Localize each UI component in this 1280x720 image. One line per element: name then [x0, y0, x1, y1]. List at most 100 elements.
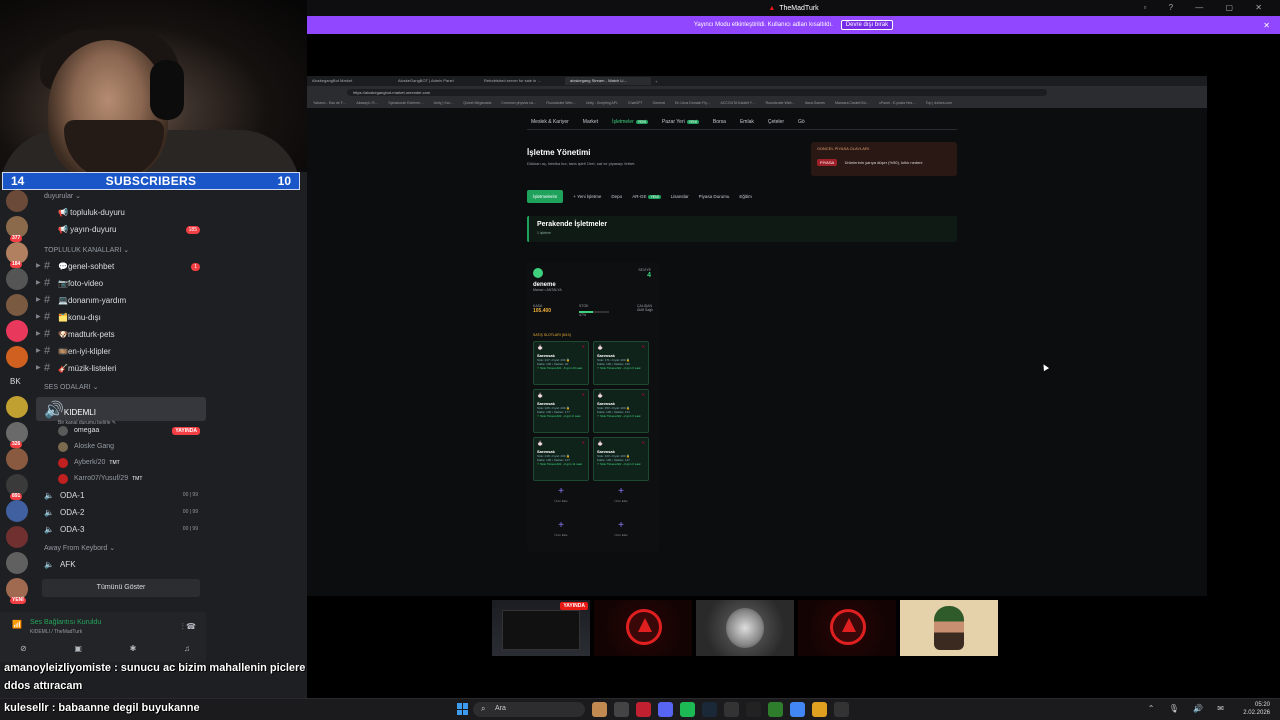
channel-donanim-yardim[interactable]: ▶ # 💻donanım-yardım: [36, 292, 206, 309]
remove-icon[interactable]: ✕: [642, 344, 645, 349]
channel-konu-disi[interactable]: ▶ # 🗂️konu-dışı: [36, 309, 206, 326]
thumbnail-wolf[interactable]: [696, 600, 794, 656]
server-icon[interactable]: [6, 346, 28, 368]
remove-icon[interactable]: ✕: [582, 344, 585, 349]
server-icon[interactable]: 377: [6, 216, 28, 242]
server-icon[interactable]: YENİ: [6, 578, 28, 604]
voice-channel-afk[interactable]: 🔈 AFK: [36, 556, 206, 573]
folder-icon[interactable]: [812, 702, 827, 717]
bookmark[interactable]: Akasaylı / E…: [356, 101, 378, 105]
voice-channel-kidemli[interactable]: 🔊KIDEMLI Bir kanal durumu belirle ✎: [36, 397, 206, 426]
server-icon[interactable]: [6, 448, 28, 470]
activities-icon[interactable]: ✱: [130, 644, 137, 653]
url-input[interactable]: https://aloskegangbot-market.onrender.co…: [347, 88, 1047, 96]
browser-tab[interactable]: Refurbished server for sale in …: [479, 77, 565, 85]
close-icon[interactable]: ✕: [1263, 21, 1270, 30]
soundboard-icon[interactable]: ♫: [184, 644, 190, 653]
server-icon[interactable]: 326: [6, 422, 28, 448]
bookmark[interactable]: Mancara Casket Bü…: [835, 101, 869, 105]
task-view-icon[interactable]: [614, 702, 629, 717]
server-icon[interactable]: [6, 320, 28, 342]
bookmark[interactable]: Spinakorde Extreme…: [388, 101, 423, 105]
thumbnail-screen[interactable]: YAYINDA: [492, 600, 590, 656]
licenses-button[interactable]: Lisanslar: [671, 194, 689, 199]
server-icon[interactable]: [6, 294, 28, 316]
sales-slot[interactable]: 🧄 ✕ Sarımsak Stok: 247 • Fiyat: 200 🔒 Kalite…: [533, 341, 589, 385]
windows-start-icon[interactable]: [457, 703, 469, 715]
server-icon[interactable]: 184: [6, 242, 28, 268]
sales-slot[interactable]: 🧄 ✕ Sarımsak Stok: 171 • Fiyat: 200 🔒 Kalite…: [593, 341, 649, 385]
discord-icon[interactable]: [658, 702, 673, 717]
new-business-button[interactable]: + Yeni İşletme: [573, 194, 601, 199]
training-button[interactable]: Eğitim: [739, 194, 752, 199]
remove-icon[interactable]: ✕: [642, 392, 645, 397]
bookmark[interactable]: Yabancı - Eau de F…: [313, 101, 346, 105]
new-tab-icon[interactable]: +: [655, 79, 657, 84]
taskbar-search[interactable]: ⌕ Ara: [473, 702, 585, 717]
server-icon[interactable]: [6, 396, 28, 418]
nav-borsa[interactable]: Borsa: [709, 117, 730, 127]
voice-user[interactable]: omegaa YAYINDA: [36, 423, 206, 439]
bookmark[interactable]: Unity | Kar…: [434, 101, 454, 105]
add-product-button[interactable]: + Ürün Ekle: [533, 519, 589, 549]
window-controls[interactable]: ▫ ? — ▢ ✕: [1144, 3, 1272, 12]
bookmark[interactable]: ChatGPT: [628, 101, 643, 105]
voice-user[interactable]: Ayberk/20 TMT: [36, 455, 206, 471]
browser-tab[interactable]: AloskegangBot Market: [307, 77, 393, 85]
remove-icon[interactable]: ✕: [642, 440, 645, 445]
thumbnail-emblem[interactable]: [594, 600, 692, 656]
app-icon[interactable]: [834, 702, 849, 717]
show-all-button[interactable]: Tümünü Göster: [42, 579, 200, 597]
server-icon[interactable]: [6, 268, 28, 290]
sales-slot[interactable]: 🧄 ✕ Sarımsak Stok: 103 • Fiyat: 200 🔒 Kalite…: [593, 437, 649, 481]
server-icon[interactable]: [6, 190, 28, 212]
bookmark[interactable]: Itaca Games: [805, 101, 825, 105]
sales-slot[interactable]: 🧄 ✕ Sarımsak Stok: 226 • Fiyat: 200 🔒 Kalite…: [533, 389, 589, 433]
bookmark[interactable]: General: [653, 101, 665, 105]
category-duyurular[interactable]: duyurular ⌄: [36, 190, 206, 204]
server-bk[interactable]: BK: [10, 372, 36, 392]
system-tray[interactable]: ⌃ 🎙 🔊 ✉: [1148, 704, 1230, 713]
bookmark[interactable]: Quizet Megacasts: [463, 101, 491, 105]
bookmark[interactable]: Unity - Scripting API:: [586, 101, 618, 105]
bookmark[interactable]: Roundcube Web…: [766, 101, 796, 105]
channel-topluluk-duyuru[interactable]: 📢 topluluk-duyuru: [36, 204, 206, 221]
add-product-button[interactable]: + Ürün Ekle: [593, 519, 649, 549]
thumbnail-emblem[interactable]: [798, 600, 896, 656]
clock[interactable]: 05:20 2.02.2026: [1243, 701, 1270, 717]
bookmark[interactable]: ACCOUTA Kalabit Y…: [721, 101, 756, 105]
add-product-button[interactable]: + Ürün Ekle: [533, 485, 589, 515]
remove-icon[interactable]: ✕: [582, 440, 585, 445]
market-status-button[interactable]: Piyasa Durumu: [699, 194, 730, 199]
browser-tab[interactable]: AloskeGangBOT | Admin Panel: [393, 77, 479, 85]
rnd-button[interactable]: AR-GE YENİ: [632, 194, 661, 199]
bookmark[interactable]: Top | dollurs.com: [926, 101, 952, 105]
app-icon[interactable]: [724, 702, 739, 717]
epic-icon[interactable]: [746, 702, 761, 717]
steam-icon[interactable]: [702, 702, 717, 717]
channel-muzik-listeleri[interactable]: ▶ # 🎸müzik-listeleri: [36, 360, 206, 377]
bookmark[interactable]: Roundcube Web…: [546, 101, 576, 105]
spotify-icon[interactable]: [680, 702, 695, 717]
voice-channel-oda-2[interactable]: 🔈 ODA-2 00 | 99: [36, 504, 206, 521]
nav-more[interactable]: Gö: [794, 117, 809, 127]
opera-icon[interactable]: [636, 702, 651, 717]
nav-meslek[interactable]: Meslek & Kariyer: [527, 117, 573, 127]
channel-genel-sohbet[interactable]: ▶ # 💬genel-sohbet 1: [36, 258, 206, 275]
category-afk[interactable]: Away From Keybord ⌄: [36, 542, 206, 556]
server-icon[interactable]: 891: [6, 474, 28, 500]
voice-user[interactable]: Karro07/Yusuf/29 TMT: [36, 471, 206, 487]
my-businesses-button[interactable]: İşletmelerim: [527, 189, 564, 203]
nav-pazar-yeri[interactable]: Pazar Yeri YENİ: [658, 117, 703, 127]
server-icon[interactable]: [6, 552, 28, 574]
channel-yayin-duyuru[interactable]: 📢 yayın-duyuru 185: [36, 221, 206, 238]
voice-channel-oda-3[interactable]: 🔈 ODA-3 00 | 99: [36, 521, 206, 538]
channel-en-iyi-klipler[interactable]: ▶ # 🎞️en-iyi-klipler: [36, 343, 206, 360]
server-icon[interactable]: [6, 526, 28, 548]
disconnect-icon[interactable]: ☎: [186, 622, 196, 631]
screen-share-icon[interactable]: ▣: [74, 644, 82, 653]
thumbnail-soldier[interactable]: [900, 600, 998, 656]
noise-icon[interactable]: ⫶: [182, 622, 184, 631]
remove-icon[interactable]: ✕: [582, 392, 585, 397]
voice-channel-oda-1[interactable]: 🔈 ODA-1 00 | 99: [36, 487, 206, 504]
